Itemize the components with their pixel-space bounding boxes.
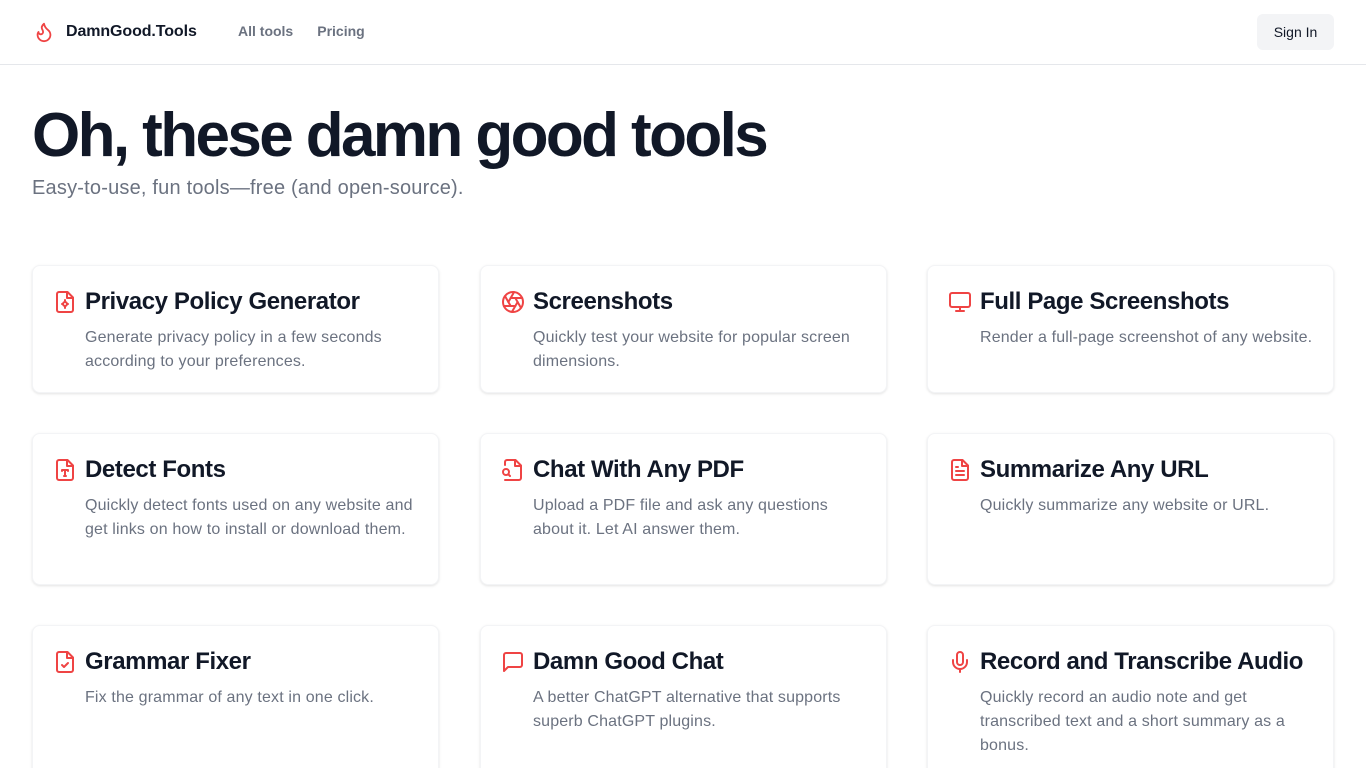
tool-description: Quickly detect fonts used on any website… (85, 497, 413, 538)
tool-description: A better ChatGPT alternative that suppor… (533, 689, 841, 730)
main-nav: All tools Pricing (238, 23, 365, 39)
page-subtitle: Easy-to-use, fun tools—free (and open-so… (32, 177, 464, 199)
nav-pricing-link[interactable]: Pricing (317, 23, 364, 39)
chat-bubble-icon (501, 650, 525, 674)
aperture-icon (501, 290, 525, 314)
top-navbar: DamnGood.Tools All tools Pricing Sign In (0, 0, 1366, 65)
microphone-icon (948, 650, 972, 674)
file-type-icon (53, 458, 77, 482)
tool-description: Quickly test your website for popular sc… (533, 329, 850, 370)
tool-description: Fix the grammar of any text in one click… (85, 689, 374, 706)
tool-title: Privacy Policy Generator (85, 288, 360, 315)
nav-all-tools-link[interactable]: All tools (238, 23, 293, 39)
tool-description: Generate privacy policy in a few seconds… (85, 329, 382, 370)
file-text-icon (948, 458, 972, 482)
file-shield-icon (53, 290, 77, 314)
brand-name: DamnGood.Tools (66, 23, 197, 40)
sign-in-button[interactable]: Sign In (1257, 14, 1334, 50)
brand-logo-link[interactable]: DamnGood.Tools (32, 20, 197, 44)
tool-description: Quickly summarize any website or URL. (980, 497, 1270, 514)
tool-title: Summarize Any URL (980, 456, 1209, 483)
tool-card-detect-fonts[interactable]: Detect Fonts Quickly detect fonts used o… (32, 433, 439, 585)
tool-title: Full Page Screenshots (980, 288, 1230, 315)
tool-card-summarize-any-url[interactable]: Summarize Any URL Quickly summarize any … (927, 433, 1334, 585)
tool-title: Damn Good Chat (533, 648, 724, 675)
tool-title: Chat With Any PDF (533, 456, 744, 483)
tool-title: Grammar Fixer (85, 648, 251, 675)
tool-card-screenshots[interactable]: Screenshots Quickly test your website fo… (480, 265, 887, 393)
page-title: Oh, these damn good tools (32, 101, 769, 170)
tool-title: Detect Fonts (85, 456, 226, 483)
tool-card-record-and-transcribe-audio[interactable]: Record and Transcribe Audio Quickly reco… (927, 625, 1334, 768)
tool-title: Screenshots (533, 288, 673, 315)
tool-description: Quickly record an audio note and get tra… (980, 689, 1285, 754)
tool-card-chat-with-any-pdf[interactable]: Chat With Any PDF Upload a PDF file and … (480, 433, 887, 585)
tool-title: Record and Transcribe Audio (980, 648, 1304, 675)
tool-card-full-page-screenshots[interactable]: Full Page Screenshots Render a full-page… (927, 265, 1334, 393)
monitor-icon (948, 290, 972, 314)
tool-card-privacy-policy-generator[interactable]: Privacy Policy Generator Generate privac… (32, 265, 439, 393)
tool-card-damn-good-chat[interactable]: Damn Good Chat A better ChatGPT alternat… (480, 625, 887, 768)
file-check-icon (53, 650, 77, 674)
flame-icon (32, 20, 56, 44)
file-search-icon (501, 458, 525, 482)
tool-card-grammar-fixer[interactable]: Grammar Fixer Fix the grammar of any tex… (32, 625, 439, 768)
tool-description: Upload a PDF file and ask any questions … (533, 497, 828, 538)
tool-description: Render a full-page screenshot of any web… (980, 329, 1313, 346)
